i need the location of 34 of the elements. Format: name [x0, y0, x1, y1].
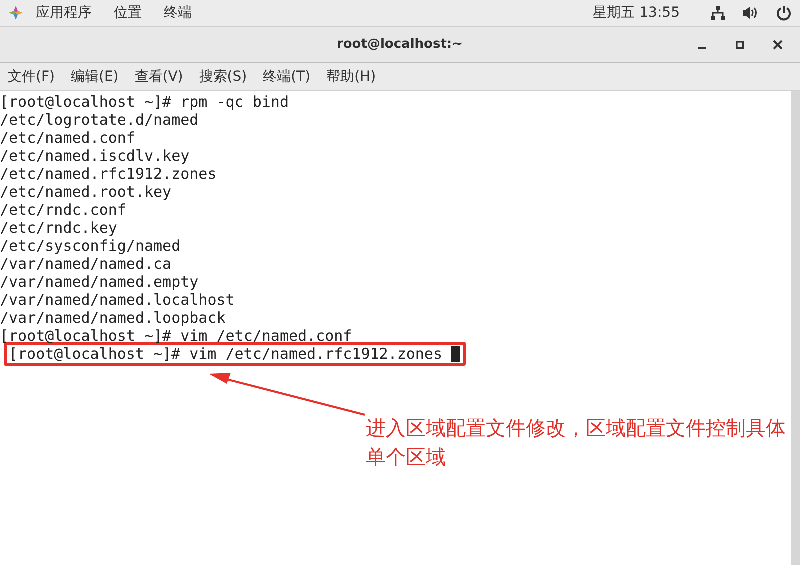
- terminal-line: /etc/named.conf: [0, 129, 136, 147]
- terminal-line: [root@localhost ~]# rpm -qc bind: [0, 93, 289, 111]
- terminal-line: /etc/rndc.key: [0, 219, 118, 237]
- terminal-line: [root@localhost ~]# vim /etc/named.rfc1912.zones: [9, 345, 442, 363]
- maximize-icon[interactable]: [736, 41, 744, 49]
- power-icon[interactable]: [776, 5, 792, 21]
- menu-item[interactable]: 文件(F): [2, 68, 61, 86]
- terminal-line: /var/named/named.empty: [0, 273, 199, 291]
- terminal-line: /etc/named.iscdlv.key: [0, 147, 190, 165]
- clock[interactable]: 星期五 13:55: [593, 4, 680, 22]
- app-menu-icon[interactable]: [8, 5, 24, 21]
- close-icon[interactable]: [773, 40, 783, 50]
- window-title: root@localhost:~: [336, 37, 464, 52]
- network-icon[interactable]: [710, 5, 726, 21]
- top-menu[interactable]: 应用程序: [36, 4, 92, 22]
- terminal-line: /etc/named.rfc1912.zones: [0, 165, 217, 183]
- scrollbar[interactable]: [791, 91, 800, 565]
- terminal-line: /var/named/named.loopback: [0, 309, 226, 327]
- annotation-text: 进入区域配置文件修改，区域配置文件控制具体单个区域: [366, 415, 787, 471]
- top-menu[interactable]: 位置: [114, 4, 142, 22]
- volume-icon[interactable]: [742, 5, 760, 21]
- terminal-line: /etc/sysconfig/named: [0, 237, 181, 255]
- menu-item[interactable]: 查看(V): [128, 68, 190, 86]
- terminal-line: /var/named/named.localhost: [0, 291, 235, 309]
- terminal-line: /var/named/named.ca: [0, 255, 172, 273]
- terminal-line: /etc/logrotate.d/named: [0, 111, 199, 129]
- terminal-line: /etc/named.root.key: [0, 183, 172, 201]
- top-menu[interactable]: 终端: [164, 4, 192, 22]
- menu-item[interactable]: 帮助(H): [320, 68, 382, 86]
- terminal-line: /etc/rndc.conf: [0, 201, 126, 219]
- terminal-line: [root@localhost ~]# vim /etc/named.conf: [0, 327, 352, 345]
- menu-item[interactable]: 搜索(S): [193, 68, 254, 86]
- menu-item[interactable]: 终端(T): [257, 68, 317, 86]
- menu-item[interactable]: 编辑(E): [64, 68, 125, 86]
